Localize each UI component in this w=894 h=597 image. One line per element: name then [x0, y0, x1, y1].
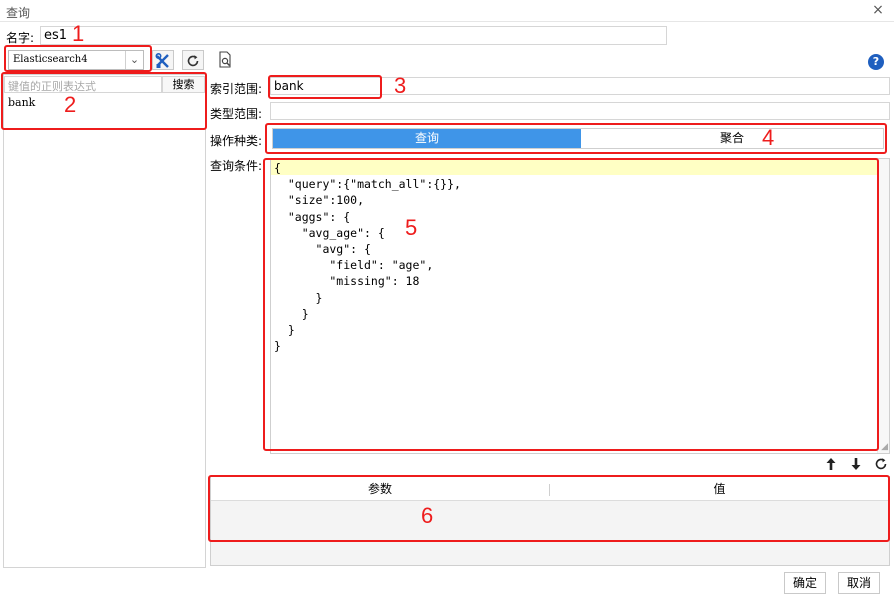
window-title: 查询 [6, 6, 31, 20]
name-label: 名字: [6, 31, 35, 45]
type-range-input[interactable] [270, 102, 890, 120]
annotation-number-6: 6 [421, 503, 434, 528]
refresh-icon [187, 54, 199, 66]
annotation-number-5: 5 [405, 215, 418, 240]
column-value[interactable]: 值 [550, 477, 889, 501]
params-table-header: 参数 值 [211, 477, 889, 501]
preview-button[interactable] [218, 51, 234, 69]
tools-button[interactable] [152, 50, 174, 70]
move-up-button[interactable] [823, 457, 839, 473]
query-editor[interactable]: { "query":{"match_all":{}}, "size":100, … [270, 158, 890, 454]
tools-icon [155, 52, 169, 68]
title-bar: 查询 × [0, 0, 894, 22]
key-list-panel [3, 74, 206, 568]
resize-grip-icon[interactable]: ◢ [881, 442, 888, 452]
annotation-number-4: 4 [762, 125, 775, 150]
editor-scrollbar[interactable] [877, 159, 889, 453]
close-icon[interactable]: × [870, 2, 886, 18]
annotation-number-3: 3 [394, 73, 407, 98]
column-param[interactable]: 参数 [211, 477, 549, 501]
tab-aggregation[interactable]: 聚合 [581, 129, 883, 148]
tab-query[interactable]: 查询 [273, 129, 581, 148]
chevron-down-icon[interactable]: ⌄ [125, 51, 143, 69]
key-regex-search-input[interactable]: 键值的正则表达式 [4, 76, 162, 93]
query-condition-label: 查询条件: [210, 159, 263, 173]
arrow-down-icon [851, 458, 861, 470]
refresh-button[interactable] [182, 50, 204, 70]
index-range-input[interactable]: bank [270, 77, 890, 95]
params-table: 参数 值 [210, 476, 890, 566]
help-icon[interactable]: ? [868, 54, 884, 70]
query-code[interactable]: { "query":{"match_all":{}}, "size":100, … [274, 160, 461, 354]
name-input[interactable]: es1 [40, 26, 667, 45]
move-down-button[interactable] [848, 457, 864, 473]
operation-type-toggle: 查询 聚合 [272, 128, 884, 149]
ok-button[interactable]: 确定 [784, 572, 826, 594]
search-button[interactable]: 搜索 [162, 76, 205, 93]
index-range-label: 索引范围: [210, 82, 263, 96]
connection-select[interactable]: Elasticsearch4 ⌄ [8, 50, 144, 70]
arrow-up-icon [826, 458, 836, 470]
refresh-icon [875, 458, 887, 470]
type-range-label: 类型范围: [210, 107, 263, 121]
reset-button[interactable] [873, 457, 889, 473]
annotation-number-1: 1 [72, 21, 85, 46]
document-search-icon [219, 51, 231, 68]
operation-type-label: 操作种类: [210, 134, 263, 148]
annotation-number-2: 2 [64, 92, 77, 117]
list-item-bank[interactable]: bank [8, 96, 35, 109]
cancel-button[interactable]: 取消 [838, 572, 880, 594]
connection-select-value: Elasticsearch4 [13, 54, 88, 65]
